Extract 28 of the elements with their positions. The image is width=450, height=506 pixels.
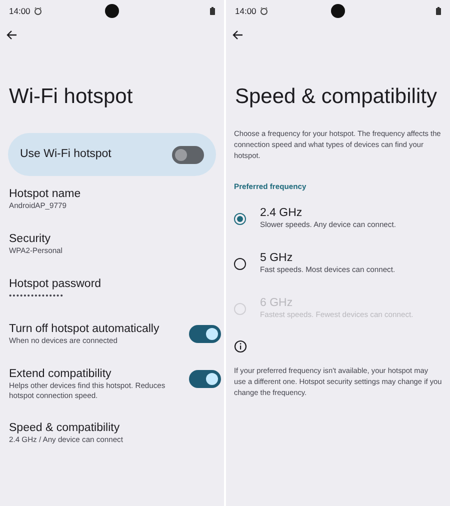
setting-title[interactable]: Extend compatibility xyxy=(9,367,174,381)
setting-title[interactable]: Speed & compatibility xyxy=(9,421,123,435)
setting-title[interactable]: Hotspot name xyxy=(9,187,81,201)
toggle-switch[interactable] xyxy=(189,325,221,343)
back-icon[interactable] xyxy=(232,30,243,40)
toggle-switch[interactable] xyxy=(189,370,221,388)
battery-icon xyxy=(436,7,441,15)
battery-icon xyxy=(210,7,215,15)
switch-label: Use Wi-Fi hotspot xyxy=(20,146,112,162)
back-icon[interactable] xyxy=(6,30,17,40)
radio-button[interactable] xyxy=(234,258,246,270)
setting-title[interactable]: Turn off hotspot automatically xyxy=(9,322,160,336)
page-title: Speed & compatibility xyxy=(235,84,438,110)
radio-button[interactable] xyxy=(234,213,246,225)
setting-title[interactable]: Security xyxy=(9,232,62,246)
camera-cutout xyxy=(331,4,345,18)
option-label: 5 GHz xyxy=(260,251,294,265)
status-time: 14:00 xyxy=(9,4,30,18)
camera-cutout xyxy=(105,4,119,18)
page-title: Wi-Fi hotspot xyxy=(9,84,134,110)
alarm-icon xyxy=(34,7,42,15)
toggle-switch[interactable] xyxy=(172,146,204,164)
main-switch-card[interactable]: Use Wi-Fi hotspot xyxy=(8,133,216,176)
option-label: 2.4 GHz xyxy=(260,206,304,220)
info-icon xyxy=(234,340,247,353)
alarm-icon xyxy=(260,7,268,15)
status-time: 14:00 xyxy=(235,4,256,18)
setting-title[interactable]: Hotspot password xyxy=(9,277,102,291)
